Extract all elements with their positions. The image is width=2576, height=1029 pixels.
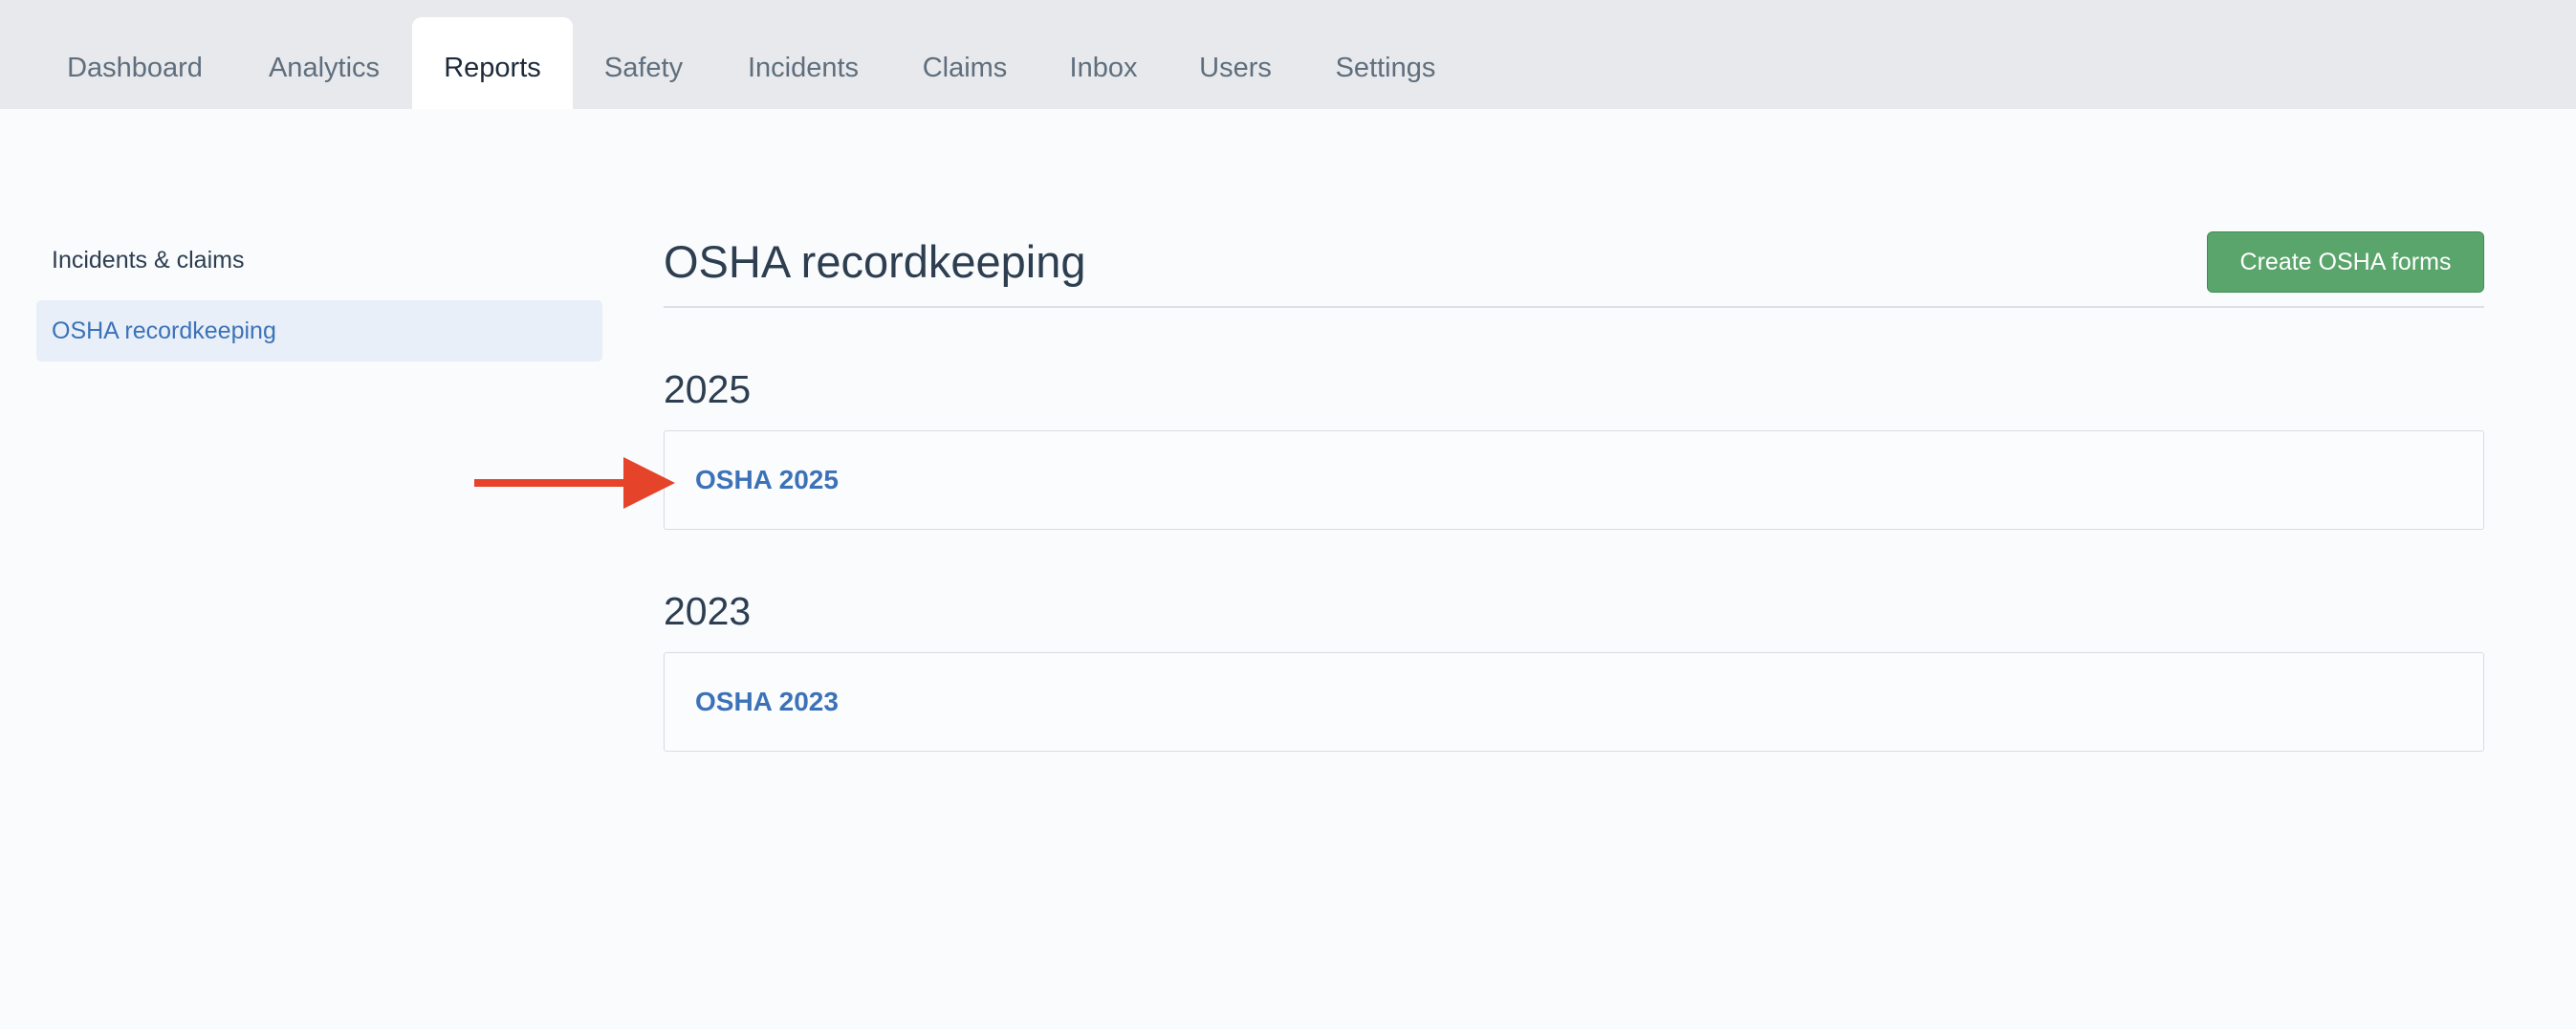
tab-users[interactable]: Users <box>1182 17 1289 109</box>
report-card-2023[interactable]: OSHA 2023 <box>664 652 2484 752</box>
year-heading-2023: 2023 <box>664 589 752 633</box>
tab-incidents[interactable]: Incidents <box>727 17 880 109</box>
report-card-2025[interactable]: OSHA 2025 <box>664 430 2484 530</box>
year-heading-2025: 2025 <box>664 367 752 411</box>
tab-safety[interactable]: Safety <box>585 17 702 109</box>
annotation-arrow-icon <box>474 457 675 509</box>
tab-inbox[interactable]: Inbox <box>1052 17 1155 109</box>
tab-dashboard[interactable]: Dashboard <box>46 17 224 109</box>
tab-claims[interactable]: Claims <box>905 17 1025 109</box>
report-link-osha-2023[interactable]: OSHA 2023 <box>695 687 839 717</box>
page-title: OSHA recordkeeping <box>664 236 1086 287</box>
sidebar-item-label: OSHA recordkeeping <box>52 317 276 344</box>
report-link-osha-2025[interactable]: OSHA 2025 <box>695 465 839 495</box>
tab-settings[interactable]: Settings <box>1316 17 1455 109</box>
sidebar-heading: Incidents & claims <box>52 247 245 274</box>
sidebar-item-osha-recordkeeping[interactable]: OSHA recordkeeping <box>36 300 602 361</box>
top-navigation: Dashboard Analytics Reports Safety Incid… <box>0 0 2576 109</box>
tab-reports[interactable]: Reports <box>412 17 573 109</box>
title-divider <box>664 306 2484 308</box>
create-osha-forms-button[interactable]: Create OSHA forms <box>2207 231 2484 293</box>
tab-analytics[interactable]: Analytics <box>245 17 404 109</box>
